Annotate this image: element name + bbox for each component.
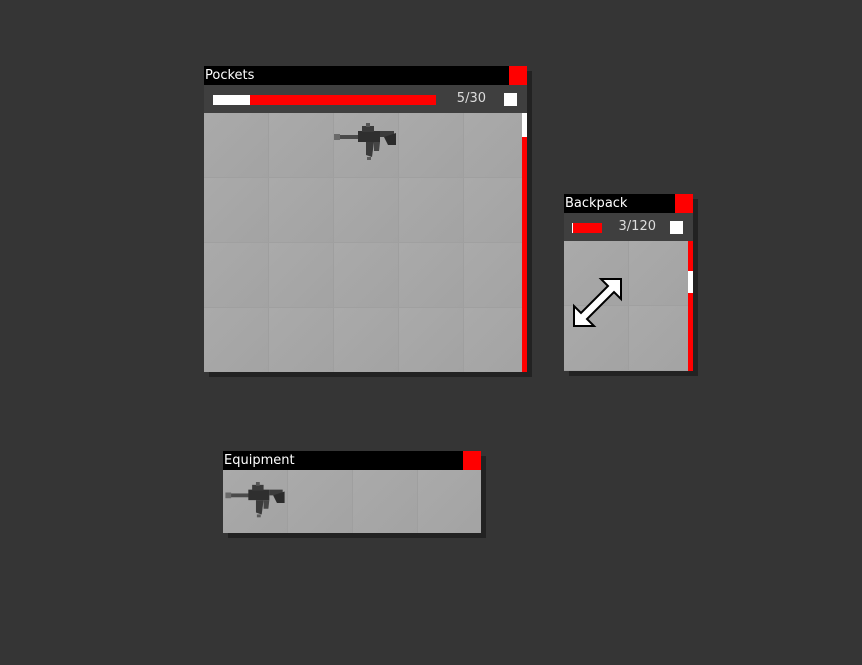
grid-cell[interactable]: [629, 306, 693, 371]
grid-cell[interactable]: [399, 243, 464, 308]
backpack-toggle-button[interactable]: [670, 221, 683, 234]
pockets-scrollbar-thumb[interactable]: [522, 113, 527, 137]
pockets-toolbar: 5/30: [204, 85, 527, 113]
equipment-close-button[interactable]: [463, 451, 481, 470]
grid-cell[interactable]: [353, 470, 418, 533]
grid-cell[interactable]: [464, 178, 527, 243]
pockets-grid[interactable]: [204, 113, 527, 372]
resize-arrow-icon[interactable]: [571, 277, 623, 333]
grid-cell[interactable]: [399, 178, 464, 243]
grid-cell[interactable]: [204, 178, 269, 243]
pockets-capacity-fill: [213, 95, 250, 105]
grid-cell[interactable]: [334, 243, 399, 308]
backpack-grid[interactable]: [564, 241, 693, 371]
pockets-scrollbar[interactable]: [522, 113, 527, 372]
backpack-close-button[interactable]: [675, 194, 693, 213]
pockets-title: Pockets: [205, 68, 255, 83]
backpack-scrollbar[interactable]: [688, 241, 693, 371]
grid-cell[interactable]: [399, 308, 464, 372]
pockets-window: Pockets 5/30: [204, 66, 527, 372]
grid-cell[interactable]: [399, 113, 464, 178]
assault-rifle-icon[interactable]: [223, 482, 287, 528]
pockets-toggle-button[interactable]: [504, 93, 517, 106]
equipment-title: Equipment: [224, 453, 295, 468]
pockets-titlebar[interactable]: Pockets: [204, 66, 527, 85]
grid-cell[interactable]: [204, 113, 269, 178]
backpack-capacity-fill: [572, 223, 573, 233]
grid-cell[interactable]: [629, 241, 693, 306]
equipment-window: Equipment: [223, 451, 481, 533]
equipment-titlebar[interactable]: Equipment: [223, 451, 481, 470]
grid-cell[interactable]: [204, 243, 269, 308]
grid-cell[interactable]: [269, 178, 334, 243]
grid-cell[interactable]: [464, 243, 527, 308]
backpack-window: Backpack 3/120: [564, 194, 693, 371]
grid-cell[interactable]: [288, 470, 353, 533]
pockets-close-button[interactable]: [509, 66, 527, 85]
grid-cell[interactable]: [269, 243, 334, 308]
backpack-titlebar[interactable]: Backpack: [564, 194, 693, 213]
backpack-toolbar: 3/120: [564, 213, 693, 241]
assault-rifle-icon[interactable]: [332, 123, 398, 171]
pockets-count: 5/30: [456, 91, 486, 106]
grid-cell[interactable]: [334, 178, 399, 243]
grid-cell[interactable]: [204, 308, 269, 372]
grid-cell[interactable]: [464, 308, 527, 372]
grid-cell[interactable]: [269, 113, 334, 178]
backpack-title: Backpack: [565, 196, 628, 211]
grid-cell[interactable]: [464, 113, 527, 178]
grid-cell[interactable]: [334, 308, 399, 372]
backpack-count: 3/120: [618, 219, 656, 234]
pockets-capacity-bar: [213, 95, 436, 105]
equipment-grid[interactable]: [223, 470, 481, 533]
grid-cell[interactable]: [418, 470, 481, 533]
grid-cell[interactable]: [269, 308, 334, 372]
backpack-capacity-bar: [572, 223, 602, 233]
backpack-scrollbar-thumb[interactable]: [688, 271, 693, 293]
